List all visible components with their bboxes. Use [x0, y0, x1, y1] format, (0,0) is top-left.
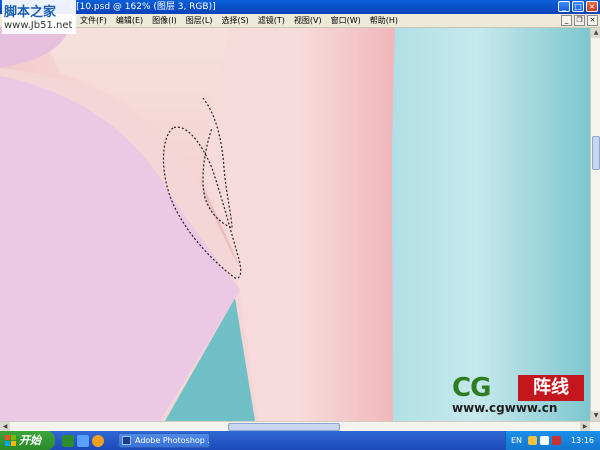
- scroll-down-icon[interactable]: ▼: [591, 411, 600, 421]
- vertical-scrollbar[interactable]: ▲ ▼: [590, 28, 600, 421]
- menu-filter[interactable]: 滤镜(T): [258, 14, 285, 28]
- system-tray: EN 13:16: [505, 431, 600, 450]
- photoshop-icon: [122, 436, 131, 445]
- menu-items: 文件(F) 编辑(E) 图像(I) 图层(L) 选择(S) 滤镜(T) 视图(V…: [80, 14, 407, 28]
- start-button[interactable]: 开始: [0, 431, 55, 450]
- menu-select[interactable]: 选择(S): [221, 14, 248, 28]
- doc-restore-button[interactable]: ❐: [574, 15, 585, 26]
- clock: 13:16: [570, 436, 594, 445]
- menu-file[interactable]: 文件(F): [80, 14, 107, 28]
- menu-help[interactable]: 帮助(H): [370, 14, 398, 28]
- cg-logo: CG 阵线 www.cgwww.cn: [450, 373, 588, 417]
- ie-icon[interactable]: [77, 435, 89, 447]
- menu-layer[interactable]: 图层(L): [186, 14, 213, 28]
- logo-cg-text: CG: [452, 373, 491, 403]
- media-player-icon[interactable]: [92, 435, 104, 447]
- horizontal-scroll-thumb[interactable]: [228, 423, 340, 431]
- scroll-up-icon[interactable]: ▲: [591, 28, 600, 38]
- document-controls: _ ❐ ×: [561, 15, 598, 26]
- close-button[interactable]: ×: [586, 1, 598, 12]
- menu-image[interactable]: 图像(I): [152, 14, 177, 28]
- tray-antivirus-icon[interactable]: [552, 436, 561, 445]
- title-bar: - [10.psd @ 162% (图层 3, RGB)] _ □ ×: [0, 0, 600, 14]
- menu-bar: 文件(F) 编辑(E) 图像(I) 图层(L) 选择(S) 滤镜(T) 视图(V…: [0, 14, 600, 28]
- tray-app-icon[interactable]: [528, 436, 537, 445]
- window-controls: _ □ ×: [558, 1, 598, 12]
- language-indicator[interactable]: EN: [511, 431, 522, 450]
- windows-flag-icon: [5, 435, 16, 446]
- logo-url: www.cgwww.cn: [452, 401, 558, 415]
- minimize-button[interactable]: _: [558, 1, 570, 12]
- show-desktop-icon[interactable]: [62, 435, 74, 447]
- logo-zx-text: 阵线: [518, 375, 584, 401]
- taskbar-button-label: Adobe Photoshop ...: [135, 436, 210, 445]
- vertical-scroll-thumb[interactable]: [592, 136, 600, 170]
- site-watermark: 脚本之家 www.Jb51.net: [2, 0, 76, 34]
- document-canvas[interactable]: [0, 28, 590, 421]
- menu-view[interactable]: 视图(V): [294, 14, 322, 28]
- horizontal-scrollbar[interactable]: ◀ ▶: [0, 421, 600, 432]
- doc-close-button[interactable]: ×: [587, 15, 598, 26]
- start-label: 开始: [19, 434, 41, 447]
- taskbar-photoshop-button[interactable]: Adobe Photoshop ...: [118, 433, 210, 448]
- canvas-artwork: [0, 28, 590, 421]
- menu-window[interactable]: 窗口(W): [331, 14, 361, 28]
- volume-icon[interactable]: [540, 436, 549, 445]
- maximize-button[interactable]: □: [572, 1, 584, 12]
- taskbar: 开始 Adobe Photoshop ... EN 13:16: [0, 431, 600, 450]
- menu-edit[interactable]: 编辑(E): [116, 14, 143, 28]
- watermark-title: 脚本之家: [4, 5, 57, 20]
- doc-minimize-button[interactable]: _: [561, 15, 572, 26]
- teal-background: [365, 28, 590, 421]
- watermark-url: www.Jb51.net: [4, 20, 73, 31]
- window-title: - [10.psd @ 162% (图层 3, RGB)]: [70, 2, 216, 12]
